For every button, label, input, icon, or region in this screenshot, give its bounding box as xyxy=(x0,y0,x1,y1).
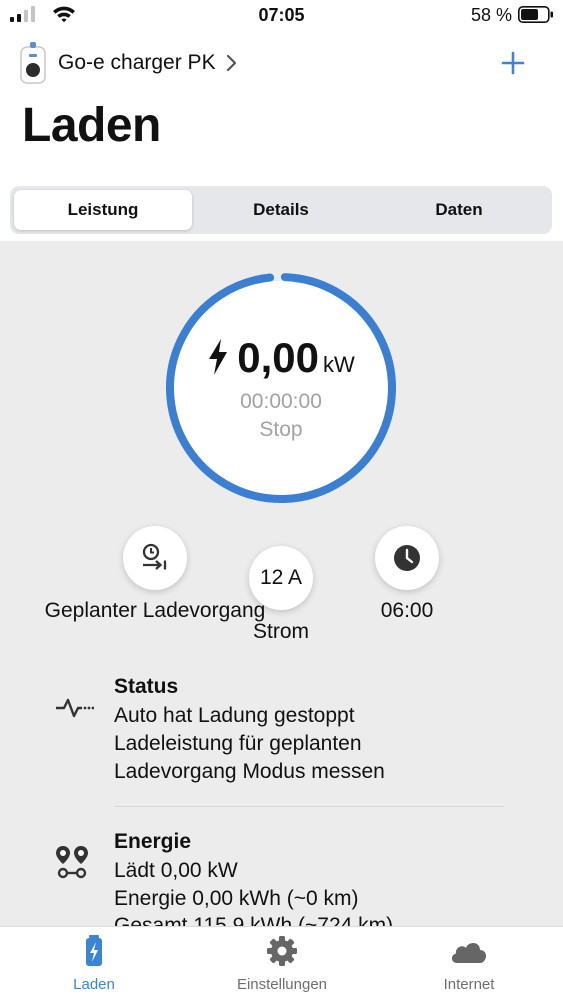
battery-icon xyxy=(518,6,553,23)
charge-time-button[interactable] xyxy=(375,526,439,590)
tab-einstellungen[interactable]: Einstellungen xyxy=(188,927,376,1000)
cloud-icon xyxy=(451,942,487,963)
tab-bar: Laden Einstellungen Internet xyxy=(0,926,563,1000)
plus-icon[interactable] xyxy=(500,50,526,76)
power-unit: kW xyxy=(322,352,355,377)
route-pins-icon xyxy=(56,846,88,879)
header-area: 07:05 58 % Go-e charger PK Laden Leistun… xyxy=(0,0,563,241)
divider xyxy=(114,806,504,807)
current-label: Strom xyxy=(252,620,309,643)
tab-details[interactable]: Details xyxy=(192,190,370,230)
battery-charging-icon xyxy=(86,935,102,966)
tab-label: Einstellungen xyxy=(236,976,328,993)
power-value: 0,00 xyxy=(237,334,319,381)
pulse-icon xyxy=(56,698,94,718)
current-button[interactable]: 12 A xyxy=(249,546,313,610)
segmented-control: Leistung Details Daten xyxy=(10,186,552,234)
page-title: Laden xyxy=(22,99,161,152)
gear-icon xyxy=(267,936,297,966)
power-readout: 0,00 kW xyxy=(163,334,399,382)
current-value: 12 A xyxy=(259,566,303,589)
lightning-bolt-icon xyxy=(209,339,228,375)
status-line: Ladeleistung für geplanten xyxy=(114,732,362,755)
energy-line: Energie 0,00 kWh (~0 km) xyxy=(114,887,359,910)
clock-icon xyxy=(394,545,420,571)
scheduled-charging-button[interactable] xyxy=(123,526,187,590)
charge-state: Stop xyxy=(259,418,303,441)
tab-leistung[interactable]: Leistung xyxy=(14,190,192,230)
tab-label: Laden xyxy=(73,976,115,993)
tab-laden[interactable]: Laden xyxy=(0,927,188,1000)
power-gauge xyxy=(166,273,396,503)
tab-label: Internet xyxy=(443,976,495,993)
status-title: Status xyxy=(114,675,179,698)
charge-time-label: 06:00 xyxy=(380,599,434,622)
schedule-clock-arrow-icon xyxy=(142,543,167,570)
device-selector[interactable]: Go-e charger PK xyxy=(20,42,238,84)
charge-duration: 00:00:00 xyxy=(240,390,322,413)
device-name: Go-e charger PK xyxy=(58,51,216,74)
status-bar: 07:05 58 % xyxy=(0,0,563,32)
tab-daten[interactable]: Daten xyxy=(370,190,548,230)
tab-internet[interactable]: Internet xyxy=(375,927,563,1000)
chevron-right-icon xyxy=(226,54,236,72)
energy-title: Energie xyxy=(114,830,192,853)
energy-line: Lädt 0,00 kW xyxy=(114,859,238,882)
status-line: Ladevorgang Modus messen xyxy=(114,760,385,783)
charger-device-icon xyxy=(20,42,46,84)
status-line: Auto hat Ladung gestoppt xyxy=(114,704,355,727)
battery-percentage: 58 % xyxy=(471,5,513,25)
